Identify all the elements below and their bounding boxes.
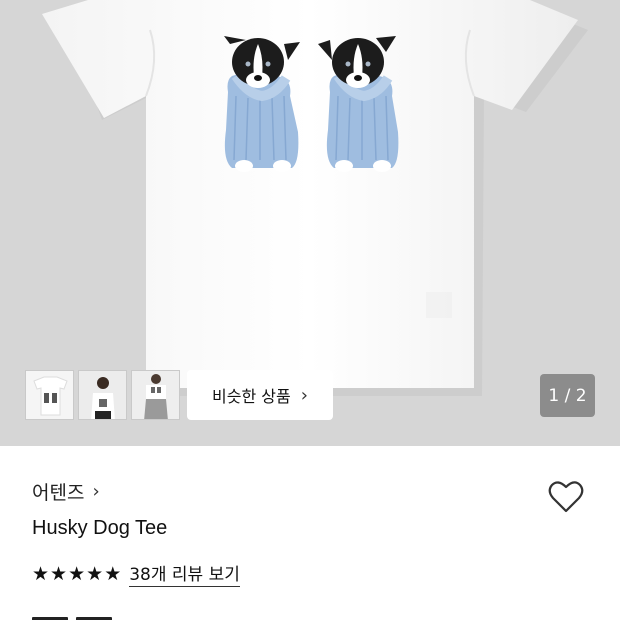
image-counter: 1 / 2 <box>540 374 595 417</box>
thumbnail-1[interactable] <box>25 370 74 420</box>
thumbnail-2[interactable] <box>78 370 127 420</box>
price-row-cutoff <box>32 608 172 620</box>
thumbnail-3[interactable] <box>131 370 180 420</box>
product-image-gallery[interactable]: 비슷한 상품 › 1 / 2 <box>0 0 620 446</box>
star-rating: ★ ★ ★ ★ ★ <box>32 563 121 585</box>
chevron-right-icon: › <box>300 384 308 406</box>
brand-link[interactable]: 어텐즈 › <box>32 478 100 505</box>
similar-products-label: 비슷한 상품 <box>212 387 291 406</box>
star-icon: ★ <box>86 562 104 585</box>
star-icon: ★ <box>104 562 122 585</box>
thumbnail-image <box>79 371 126 419</box>
thumbnail-image <box>26 371 73 419</box>
rating-row: ★ ★ ★ ★ ★ 38개 리뷰 보기 <box>32 560 240 587</box>
similar-products-button[interactable]: 비슷한 상품 › <box>187 370 333 420</box>
product-title: Husky Dog Tee <box>32 517 168 539</box>
star-icon: ★ <box>50 562 68 585</box>
puppy-print-left <box>224 36 300 172</box>
thumbnail-strip <box>25 370 180 420</box>
star-icon: ★ <box>68 562 86 585</box>
thumbnail-image <box>132 371 179 419</box>
chevron-right-icon: › <box>92 481 100 502</box>
star-icon: ★ <box>32 562 50 585</box>
brand-name: 어텐즈 <box>32 482 85 504</box>
heart-icon[interactable] <box>546 476 586 516</box>
reviews-link[interactable]: 38개 리뷰 보기 <box>129 560 240 587</box>
